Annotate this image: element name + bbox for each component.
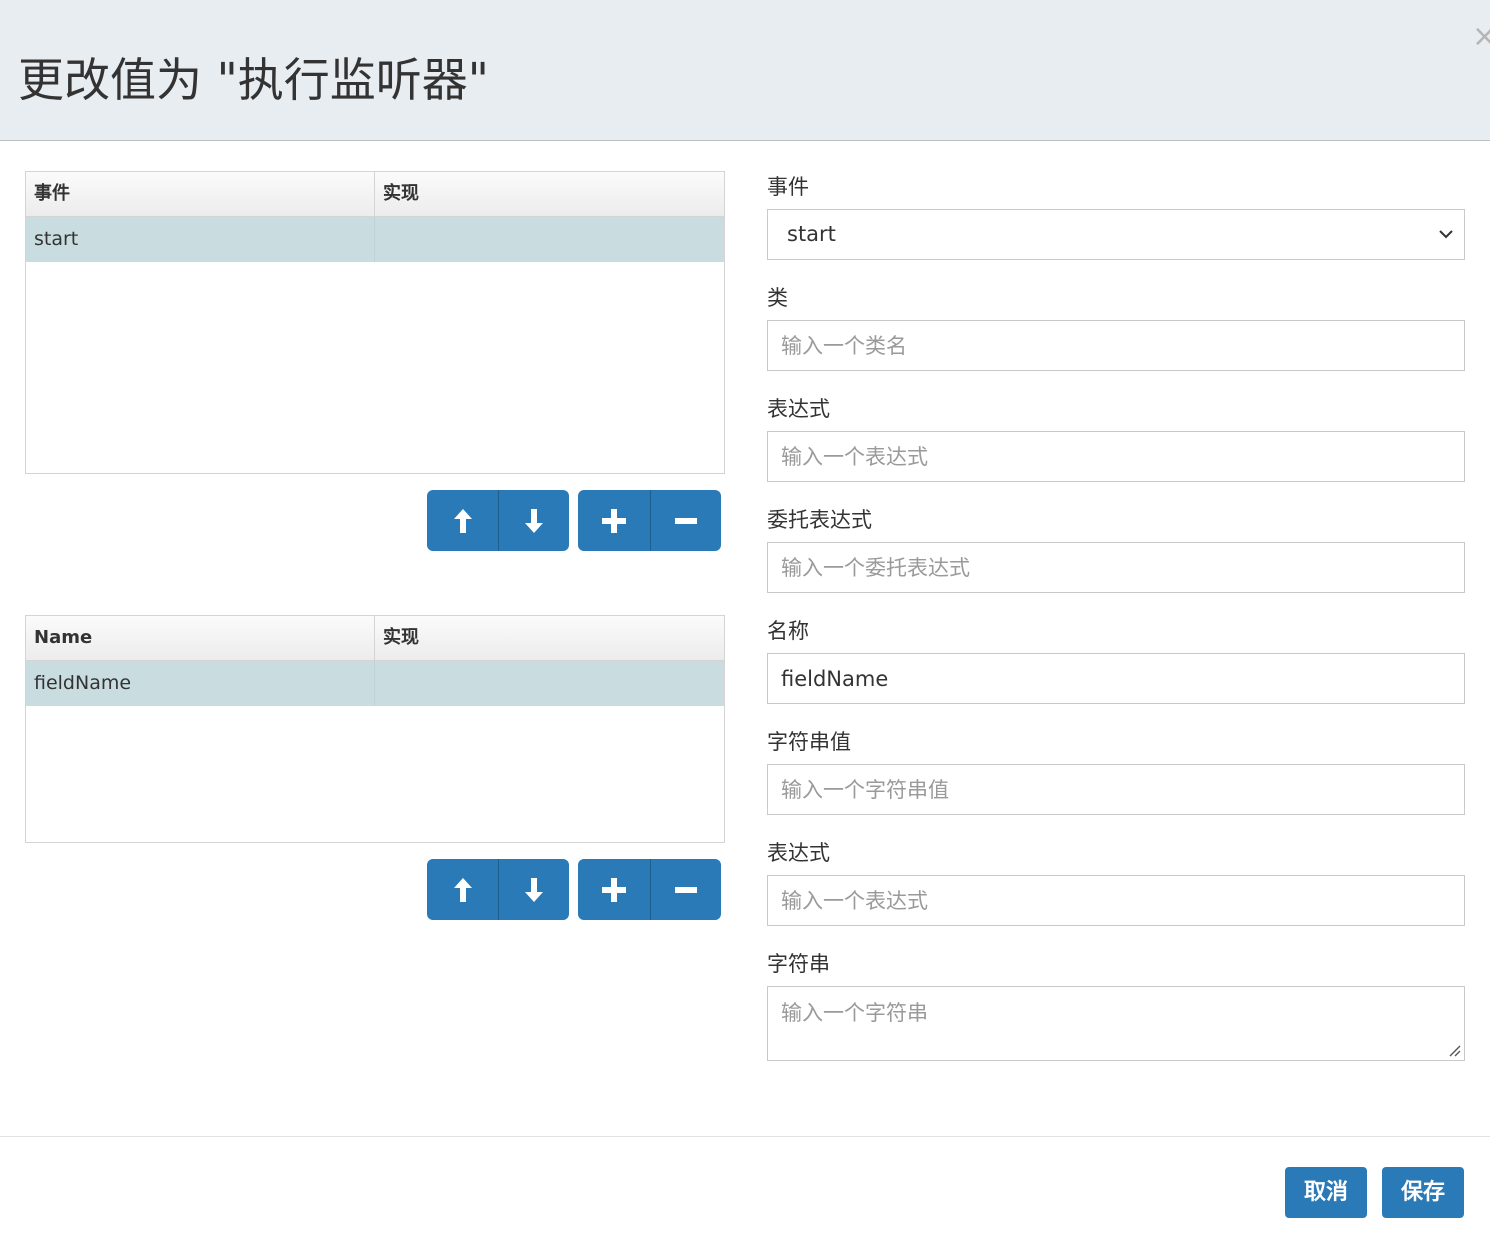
field-order-buttons bbox=[427, 859, 569, 920]
event-label: 事件 bbox=[767, 175, 809, 199]
minus-icon bbox=[675, 517, 697, 524]
grid-header: 事件 实现 bbox=[26, 172, 724, 217]
plus-icon bbox=[602, 508, 626, 533]
column-header-implementation[interactable]: 实现 bbox=[375, 616, 724, 660]
event-select[interactable]: start bbox=[767, 209, 1465, 260]
modal-title: 更改值为 "执行监听器" bbox=[18, 53, 489, 107]
field-expression-input[interactable] bbox=[767, 875, 1465, 926]
cancel-button[interactable]: 取消 bbox=[1285, 1167, 1367, 1218]
listener-edit-buttons bbox=[578, 490, 721, 551]
string-value-input[interactable] bbox=[767, 764, 1465, 815]
add-field-button[interactable] bbox=[578, 859, 650, 920]
listener-order-buttons bbox=[427, 490, 569, 551]
move-down-button[interactable] bbox=[498, 490, 569, 551]
arrow-down-icon bbox=[525, 508, 543, 533]
cell-name: fieldName bbox=[26, 661, 375, 706]
chevron-down-icon bbox=[1439, 230, 1453, 239]
minus-icon bbox=[675, 886, 697, 893]
class-input[interactable] bbox=[767, 320, 1465, 371]
modal-header: 更改值为 "执行监听器" × bbox=[0, 0, 1490, 141]
grid-header: Name 实现 bbox=[26, 616, 724, 661]
table-row[interactable]: start bbox=[26, 217, 724, 262]
remove-field-button[interactable] bbox=[650, 859, 721, 920]
arrow-down-icon bbox=[525, 877, 543, 902]
save-button[interactable]: 保存 bbox=[1382, 1167, 1464, 1218]
table-row[interactable]: fieldName bbox=[26, 661, 724, 706]
delegate-expression-label: 委托表达式 bbox=[767, 508, 872, 532]
column-header-event[interactable]: 事件 bbox=[26, 172, 375, 216]
footer-divider bbox=[0, 1136, 1490, 1137]
cell-implementation bbox=[375, 661, 724, 706]
close-icon[interactable]: × bbox=[1472, 22, 1490, 52]
field-edit-buttons bbox=[578, 859, 721, 920]
cell-implementation bbox=[375, 217, 724, 262]
field-name-label: 名称 bbox=[767, 619, 809, 643]
expression-input[interactable] bbox=[767, 431, 1465, 482]
move-down-button[interactable] bbox=[498, 859, 569, 920]
column-header-implementation[interactable]: 实现 bbox=[375, 172, 724, 216]
string-label: 字符串 bbox=[767, 952, 830, 976]
add-listener-button[interactable] bbox=[578, 490, 650, 551]
plus-icon bbox=[602, 877, 626, 902]
arrow-up-icon bbox=[453, 877, 472, 902]
column-header-name[interactable]: Name bbox=[26, 616, 375, 660]
delegate-expression-input[interactable] bbox=[767, 542, 1465, 593]
move-up-button[interactable] bbox=[427, 490, 498, 551]
expression-label: 表达式 bbox=[767, 397, 830, 421]
string-value-label: 字符串值 bbox=[767, 730, 851, 754]
cell-event: start bbox=[26, 217, 375, 262]
arrow-up-icon bbox=[453, 508, 472, 533]
class-label: 类 bbox=[767, 286, 788, 310]
move-up-button[interactable] bbox=[427, 859, 498, 920]
remove-listener-button[interactable] bbox=[650, 490, 721, 551]
string-textarea[interactable] bbox=[767, 986, 1465, 1061]
resize-handle-icon[interactable] bbox=[1447, 1043, 1461, 1057]
field-expression-label: 表达式 bbox=[767, 841, 830, 865]
event-select-value: start bbox=[787, 222, 836, 246]
fields-grid: Name 实现 fieldName bbox=[25, 615, 725, 843]
field-name-input[interactable] bbox=[767, 653, 1465, 704]
listeners-grid: 事件 实现 start bbox=[25, 171, 725, 474]
